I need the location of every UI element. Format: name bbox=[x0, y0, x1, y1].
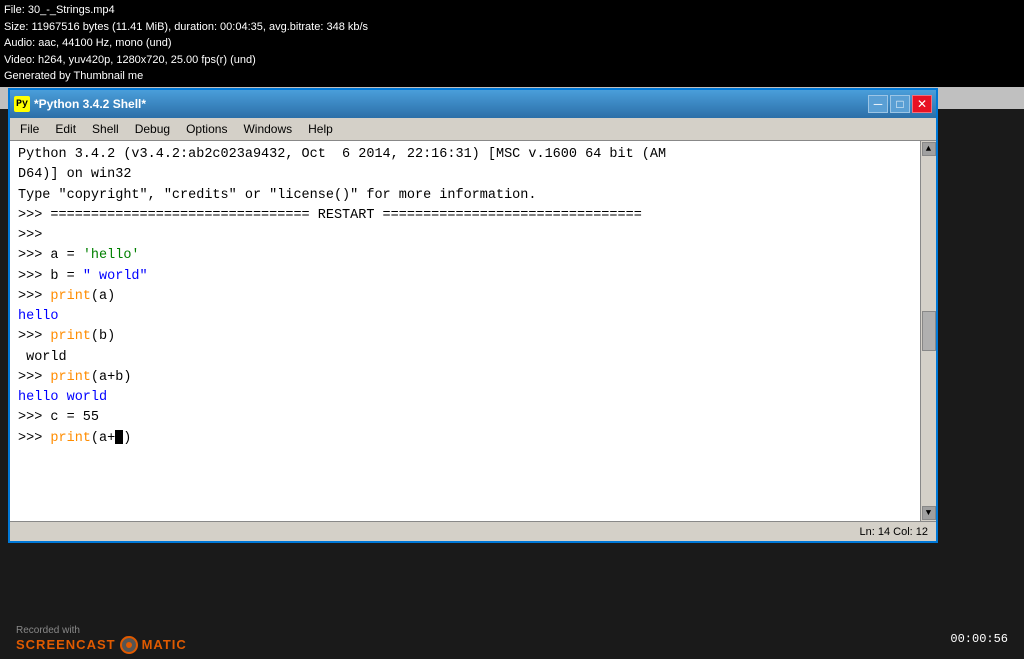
screencast-logo-area: Recorded with SCREENCAST MATIC bbox=[16, 625, 187, 654]
line-print-ab: >>> print(a+b) bbox=[18, 368, 912, 388]
status-bar: Ln: 14 Col: 12 bbox=[10, 521, 936, 541]
file-name: File: 30_-_Strings.mp4 bbox=[4, 2, 1020, 19]
timer-display: 00:00:56 bbox=[950, 632, 1008, 646]
screencast-name-left: SCREENCAST bbox=[16, 637, 116, 652]
minimize-button[interactable]: ─ bbox=[868, 95, 888, 113]
scroll-thumb[interactable] bbox=[922, 311, 936, 351]
python-version-line: Python 3.4.2 (v3.4.2:ab2c023a9432, Oct 6… bbox=[18, 145, 912, 165]
recorded-with-text: Recorded with bbox=[16, 625, 80, 636]
python-info-line: Type "copyright", "credits" or "license(… bbox=[18, 186, 912, 206]
title-bar-left: Py *Python 3.4.2 Shell* bbox=[14, 96, 146, 112]
screencast-bar: Recorded with SCREENCAST MATIC 00:00:56 bbox=[0, 619, 1024, 659]
line-c-assign: >>> c = 55 bbox=[18, 408, 912, 428]
screencast-circle-icon bbox=[120, 636, 138, 654]
screencast-name-right: MATIC bbox=[142, 637, 187, 652]
python-shell-window: Py *Python 3.4.2 Shell* ─ □ ✕ File Edit … bbox=[8, 88, 938, 543]
scroll-track bbox=[921, 157, 936, 310]
restart-line: >>> ================================ RES… bbox=[18, 206, 912, 226]
maximize-button[interactable]: □ bbox=[890, 95, 910, 113]
python-icon: Py bbox=[14, 96, 30, 112]
output-world: world bbox=[18, 348, 912, 368]
menu-shell[interactable]: Shell bbox=[84, 120, 127, 138]
screencast-brand: SCREENCAST MATIC bbox=[16, 636, 187, 654]
size-info: Size: 11967516 bytes (11.41 MiB), durati… bbox=[4, 19, 1020, 36]
shell-content[interactable]: Python 3.4.2 (v3.4.2:ab2c023a9432, Oct 6… bbox=[10, 141, 920, 521]
close-button[interactable]: ✕ bbox=[912, 95, 932, 113]
menu-help[interactable]: Help bbox=[300, 120, 341, 138]
scrollbar[interactable]: ▲ ▼ bbox=[920, 141, 936, 521]
output-hello: hello bbox=[18, 307, 912, 327]
line-a-assign: >>> a = 'hello' bbox=[18, 246, 912, 266]
empty-prompt-line: >>> bbox=[18, 226, 912, 246]
python-platform-line: D64)] on win32 bbox=[18, 165, 912, 185]
window-title: *Python 3.4.2 Shell* bbox=[34, 97, 146, 111]
scroll-track-bottom bbox=[921, 352, 936, 505]
menu-file[interactable]: File bbox=[12, 120, 47, 138]
shell-content-wrap: Python 3.4.2 (v3.4.2:ab2c023a9432, Oct 6… bbox=[10, 141, 920, 521]
line-b-assign: >>> b = " world" bbox=[18, 267, 912, 287]
output-hello-world: hello world bbox=[18, 388, 912, 408]
audio-info: Audio: aac, 44100 Hz, mono (und) bbox=[4, 35, 1020, 52]
menu-bar: File Edit Shell Debug Options Windows He… bbox=[10, 118, 936, 141]
video-info: Video: h264, yuv420p, 1280x720, 25.00 fp… bbox=[4, 52, 1020, 69]
menu-options[interactable]: Options bbox=[178, 120, 235, 138]
scroll-up-button[interactable]: ▲ bbox=[922, 142, 936, 156]
line-print-a: >>> print(a) bbox=[18, 287, 912, 307]
line-print-b: >>> print(b) bbox=[18, 327, 912, 347]
line-print-a-partial: >>> print(a+) bbox=[18, 429, 912, 449]
menu-edit[interactable]: Edit bbox=[47, 120, 84, 138]
status-text: Ln: 14 Col: 12 bbox=[860, 526, 929, 538]
title-bar: Py *Python 3.4.2 Shell* ─ □ ✕ bbox=[10, 90, 936, 118]
menu-debug[interactable]: Debug bbox=[127, 120, 178, 138]
screencast-dot bbox=[126, 642, 132, 648]
window-controls: ─ □ ✕ bbox=[868, 95, 932, 113]
generator-info: Generated by Thumbnail me bbox=[4, 68, 1020, 85]
meta-bar: File: 30_-_Strings.mp4 Size: 11967516 by… bbox=[0, 0, 1024, 87]
scroll-down-button[interactable]: ▼ bbox=[922, 506, 936, 520]
content-area: Python 3.4.2 (v3.4.2:ab2c023a9432, Oct 6… bbox=[10, 141, 936, 521]
menu-windows[interactable]: Windows bbox=[235, 120, 300, 138]
